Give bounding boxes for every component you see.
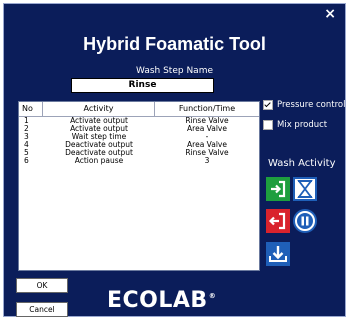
cell-activity: Deactivate output xyxy=(65,149,133,157)
column-header-no: No xyxy=(19,102,43,116)
cancel-button[interactable]: Cancel xyxy=(16,302,68,317)
cell-function-time: Rinse Valve xyxy=(185,149,229,157)
registered-mark: ® xyxy=(208,292,217,300)
cell-function-time: - xyxy=(205,133,209,141)
table-row[interactable]: 1 Activate output Rinse Valve xyxy=(19,117,259,125)
table-row[interactable]: 3 Wait step time - xyxy=(19,133,259,141)
pause-icon[interactable] xyxy=(293,209,317,233)
close-icon[interactable]: × xyxy=(324,6,336,22)
cell-activity: Activate output xyxy=(70,125,128,133)
cell-activity: Wait step time xyxy=(71,133,127,141)
hourglass-icon[interactable] xyxy=(293,177,317,201)
wash-activity-label: Wash Activity xyxy=(268,158,336,169)
table-header: No Activity Function/Time xyxy=(19,102,259,117)
cell-no: 5 xyxy=(24,149,29,157)
table-row[interactable]: 4 Deactivate output Area Valve xyxy=(19,141,259,149)
table-row[interactable]: 6 Action pause 3 xyxy=(19,157,259,165)
cell-activity: Action pause xyxy=(74,157,124,165)
logo-text: ECOLAB xyxy=(107,288,208,313)
cell-no: 2 xyxy=(24,125,29,133)
checkbox-checked-icon[interactable] xyxy=(263,100,273,110)
deactivate-output-icon[interactable] xyxy=(266,209,290,233)
cell-function-time: Rinse Valve xyxy=(185,117,229,125)
wash-step-name-label: Wash Step Name xyxy=(136,66,213,76)
page-title: Hybrid Foamatic Tool xyxy=(83,34,266,54)
table-row[interactable]: 2 Activate output Area Valve xyxy=(19,125,259,133)
app-window: × Hybrid Foamatic Tool Wash Step Name Ri… xyxy=(0,0,349,320)
cell-function-time: Area Valve xyxy=(187,141,227,149)
column-header-function-time: Function/Time xyxy=(178,104,236,113)
pressure-control-label: Pressure control xyxy=(277,100,346,110)
cell-no: 3 xyxy=(24,133,29,141)
column-header-activity: Activity xyxy=(43,102,155,116)
cell-activity: Activate output xyxy=(70,117,128,125)
cell-function-time: 3 xyxy=(204,157,210,165)
pressure-control-checkbox[interactable]: Pressure control xyxy=(263,100,345,110)
ecolab-logo: ECOLAB ® xyxy=(107,288,216,313)
activate-output-icon[interactable] xyxy=(266,177,290,201)
activity-table[interactable]: No Activity Function/Time 1 Activate outp… xyxy=(18,101,260,271)
wash-step-name-input[interactable]: Rinse xyxy=(71,78,214,93)
checkbox-unchecked-icon[interactable] xyxy=(263,120,273,130)
table-body: 1 Activate output Rinse Valve 2 Activate out… xyxy=(19,117,259,165)
cell-activity: Deactivate output xyxy=(65,141,133,149)
cell-no: 6 xyxy=(24,157,29,165)
cell-no: 4 xyxy=(24,141,29,149)
mix-product-checkbox[interactable]: Mix product xyxy=(263,120,327,130)
cell-no: 1 xyxy=(24,117,29,125)
dialog-panel: × Hybrid Foamatic Tool Wash Step Name Ri… xyxy=(3,3,346,317)
mix-product-label: Mix product xyxy=(277,120,328,130)
ok-button[interactable]: OK xyxy=(16,278,68,293)
download-arrow-icon[interactable] xyxy=(266,242,290,266)
table-row[interactable]: 5 Deactivate output Rinse Valve xyxy=(19,149,259,157)
cell-function-time: Area Valve xyxy=(187,125,227,133)
